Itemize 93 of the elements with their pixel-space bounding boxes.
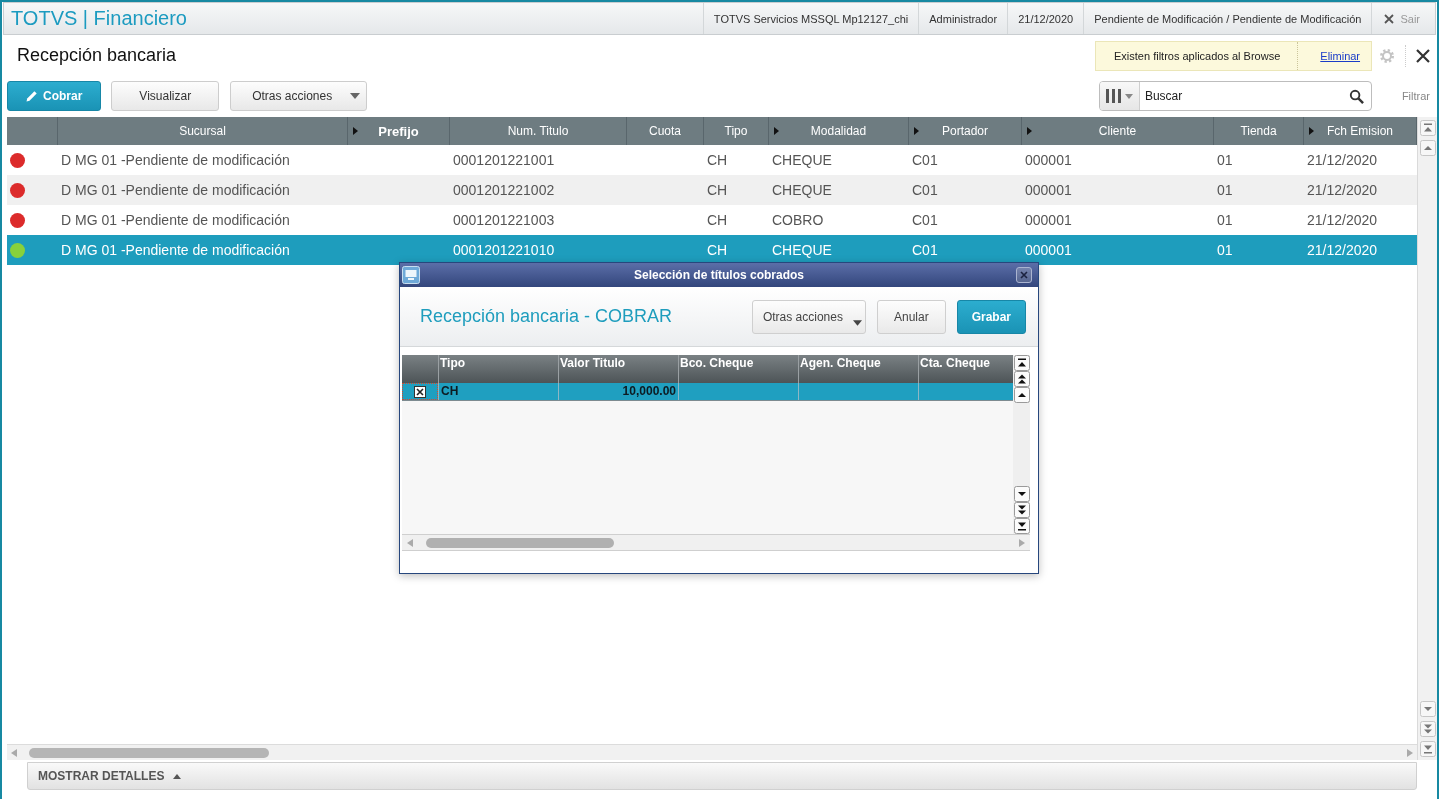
table-cell-text: CH — [706, 241, 729, 260]
caret-icon — [1124, 93, 1133, 99]
table-cell-text: D MG 01 -Pendiente de modificación — [60, 211, 291, 230]
table-cell-text: 000001 — [1024, 241, 1073, 260]
table-cell-text: COBRO — [771, 211, 825, 230]
column-header[interactable]: Num. Titulo — [507, 124, 569, 138]
table-cell-text: 000001 — [1024, 211, 1073, 230]
table-cell-text: 01 — [1216, 151, 1234, 170]
menu-button[interactable]: Otras acciones — [230, 81, 368, 111]
header-info-text: Administrador — [918, 3, 1008, 34]
column-header[interactable]: Tienda — [1240, 124, 1277, 138]
table-cell-text: 0001201221003 — [452, 211, 556, 230]
toolbar-button[interactable]: Visualizar — [111, 81, 220, 111]
table-cell-text: 000001 — [1024, 181, 1073, 200]
table-cell-text: D MG 01 -Pendiente de modificación — [60, 241, 291, 260]
checkbox[interactable] — [414, 385, 426, 398]
table-cell-text: D MG 01 -Pendiente de modificación — [60, 181, 291, 200]
scroll-bottom-icon[interactable] — [1013, 518, 1030, 534]
search-field[interactable]: Buscar — [1139, 82, 1349, 110]
table-cell-text: CHEQUE — [771, 241, 833, 260]
table-cell-text: 01 — [1216, 211, 1234, 230]
table-cell-text: 21/12/2020 — [1306, 151, 1379, 170]
close-icon[interactable] — [1416, 49, 1430, 63]
scrollbar-thumb[interactable] — [29, 747, 269, 758]
grid-row[interactable]: CH 10,000.00 — [402, 383, 1013, 401]
table-cell-text: 01 — [1216, 241, 1234, 260]
close-icon — [1384, 13, 1395, 24]
scroll-down-icon[interactable] — [1013, 486, 1030, 502]
column-header[interactable]: Prefijo — [378, 123, 419, 139]
column-header[interactable]: Cliente — [1098, 124, 1137, 138]
page-title: Recepción bancaria — [16, 44, 177, 66]
header-info-text: 21/12/2020 — [1007, 3, 1084, 34]
columns-icon — [1105, 89, 1121, 103]
exit-button[interactable]: Sair — [1371, 3, 1435, 34]
column-header[interactable]: Portador — [942, 124, 988, 138]
table-cell-text: C01 — [911, 181, 939, 200]
menu-button[interactable]: Otras acciones — [751, 299, 866, 334]
table-cell-text: C01 — [911, 151, 939, 170]
dialog-title: Selección de títulos cobrados — [633, 268, 804, 282]
show-details-button[interactable]: MOSTRAR DETALLES — [27, 762, 1417, 790]
table-cell-text: 21/12/2020 — [1306, 181, 1379, 200]
vertical-scrollbar[interactable] — [1013, 355, 1030, 534]
table-cell-text: D MG 01 -Pendiente de modificación — [60, 151, 291, 170]
table-cell-text: 0001201221010 — [452, 241, 556, 260]
table-cell-text: 21/12/2020 — [1306, 241, 1379, 260]
table-cell-text: 000001 — [1024, 151, 1073, 170]
column-picker-button[interactable] — [1099, 82, 1140, 110]
column-header[interactable]: Modalidad — [810, 124, 867, 138]
scroll-up-icon[interactable] — [1013, 387, 1030, 403]
table-row[interactable]: D MG 01 -Pendiente de modificación 0001201221002 CH CHEQUE C01 000001 01 21/12/2020 — [7, 175, 1417, 205]
toolbar-button[interactable]: Cobrar — [7, 81, 102, 111]
column-header[interactable]: Sucursal — [179, 124, 226, 138]
filter-button[interactable]: Filtrar — [1401, 90, 1430, 102]
column-header[interactable]: Cuota — [649, 124, 681, 138]
close-button[interactable] — [1016, 267, 1032, 283]
table-cell-text: CH — [706, 211, 729, 230]
dialog-button[interactable]: Grabar — [956, 299, 1026, 334]
table-cell-text: 0001201221002 — [452, 181, 556, 200]
table-cell-text: C01 — [911, 211, 939, 230]
column-header[interactable]: Fch Emision — [1327, 124, 1393, 138]
table-cell-text: 01 — [1216, 181, 1234, 200]
page-down-icon[interactable] — [1013, 502, 1030, 518]
grid-cell: 10,000.00 — [558, 383, 678, 400]
caret-icon — [350, 93, 361, 99]
search-icon[interactable] — [1348, 88, 1364, 104]
horizontal-scrollbar[interactable] — [7, 744, 1417, 760]
remove-filters-link[interactable]: Eliminar — [1320, 50, 1361, 62]
horizontal-scrollbar[interactable] — [402, 534, 1030, 551]
window-icon — [402, 266, 420, 284]
column-header[interactable]: Tipo — [724, 124, 748, 138]
table-cell-text: CHEQUE — [771, 151, 833, 170]
grid-cell: CH — [438, 383, 558, 400]
scroll-top-icon[interactable] — [1013, 355, 1030, 371]
caret-up-icon — [173, 773, 182, 779]
pencil-icon — [26, 90, 38, 102]
scrollbar-thumb[interactable] — [426, 537, 614, 548]
caret-icon — [852, 319, 862, 326]
table-cell-text: 0001201221001 — [452, 151, 556, 170]
dialog-button[interactable]: Anular — [876, 299, 946, 334]
table-cell-text: 21/12/2020 — [1306, 211, 1379, 230]
header-info-text: Pendiente de Modificación / Pendiente de Modificación — [1083, 3, 1372, 34]
close-icon — [1020, 271, 1028, 279]
table-cell-text: CH — [706, 151, 729, 170]
search-box[interactable]: Buscar — [1098, 81, 1372, 111]
table-cell-text: C01 — [911, 241, 939, 260]
table-cell-text: CHEQUE — [771, 181, 833, 200]
dialog-heading: Recepción bancaria - COBRAR — [420, 306, 673, 327]
table-row[interactable]: D MG 01 -Pendiente de modificación 0001201221010 CH CHEQUE C01 000001 01 21/12/2020 — [7, 235, 1417, 265]
app-title: TOTVS | Financiero — [10, 7, 187, 30]
filter-notice-text: Existen filtros aplicados al Browse — [1114, 50, 1281, 62]
table-cell-text: CH — [706, 181, 729, 200]
page-up-icon[interactable] — [1013, 371, 1030, 387]
header-info-text: TOTVS Servicios MSSQL Mp12127_chi — [702, 3, 919, 34]
